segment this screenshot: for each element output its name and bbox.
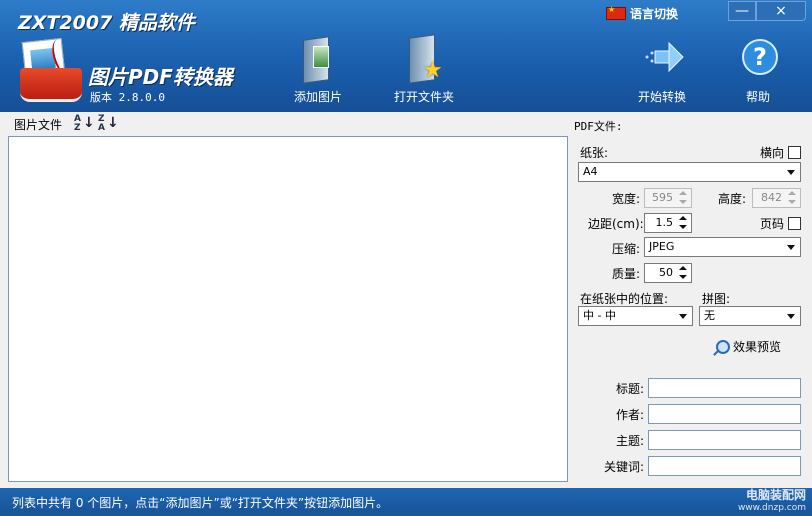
tile-select[interactable]: 无 — [699, 306, 801, 326]
page-number-checkbox[interactable] — [788, 217, 801, 230]
chevron-down-icon — [784, 309, 798, 323]
author-label: 作者: — [616, 408, 645, 422]
landscape-checkbox[interactable] — [788, 146, 801, 159]
keywords-label: 关键词: — [604, 460, 645, 474]
watermark-cn: 电脑装配网 — [745, 488, 806, 502]
file-list-panel: 图片文件 A Z ↓ Z A ↓ — [0, 112, 574, 488]
language-switch-button[interactable]: 语言切换 — [606, 5, 678, 22]
version-label: 版本 2.8.0.0 — [90, 91, 165, 104]
watermark-url: www.dnzp.com — [737, 503, 806, 513]
quality-spinner[interactable]: 50 — [644, 263, 692, 283]
watermark: 电脑装配网 www.dnzp.com — [738, 488, 806, 514]
status-message: 列表中共有 0 个图片，点击“添加图片”或“打开文件夹”按钮添加图片。 — [12, 496, 389, 510]
paper-select[interactable]: A4 — [578, 162, 801, 182]
height-label: 高度: — [718, 192, 747, 206]
help-label: 帮助 — [745, 90, 770, 104]
landscape-label: 横向 — [760, 146, 785, 160]
quality-label: 质量: — [612, 267, 641, 281]
add-image-icon — [297, 34, 339, 84]
width-label: 宽度: — [612, 192, 641, 206]
chevron-down-icon — [676, 309, 690, 323]
height-spinner: 842 — [752, 188, 801, 208]
chevron-down-icon — [784, 165, 798, 179]
open-folder-label: 打开文件夹 — [393, 90, 454, 104]
title-label: 标题: — [616, 382, 645, 396]
position-label: 在纸张中的位置: — [580, 292, 669, 306]
keywords-input[interactable] — [648, 456, 801, 476]
app-title: 图片PDF转换器 — [88, 65, 233, 89]
subject-label: 主题: — [616, 434, 645, 448]
preview-button[interactable]: 效果预览 — [716, 338, 781, 355]
brand-text: ZXT2007 精品软件 — [18, 12, 195, 34]
sort-ascending-icon[interactable]: A Z ↓ — [72, 115, 95, 133]
pdf-settings-heading: PDF文件: — [574, 120, 623, 133]
sort-descending-icon[interactable]: Z A ↓ — [96, 115, 119, 133]
image-file-list[interactable] — [8, 136, 568, 482]
close-button[interactable]: × — [756, 1, 806, 21]
preview-label: 效果预览 — [733, 340, 782, 354]
author-input[interactable] — [648, 404, 801, 424]
position-select[interactable]: 中 - 中 — [578, 306, 693, 326]
arrow-right-icon — [641, 34, 684, 84]
margin-spinner[interactable]: 1.5 — [644, 213, 692, 233]
china-flag-icon — [606, 5, 626, 20]
tile-label: 拼图: — [702, 292, 731, 306]
page-number-label: 页码 — [760, 217, 785, 231]
status-bar: 列表中共有 0 个图片，点击“添加图片”或“打开文件夹”按钮添加图片。 电脑装配… — [0, 488, 812, 516]
help-button[interactable]: ? 帮助 — [718, 34, 798, 108]
start-convert-button[interactable]: 开始转换 — [622, 34, 702, 108]
minimize-button[interactable]: — — [728, 1, 756, 21]
svg-text:?: ? — [753, 43, 767, 71]
file-list-toolbar: 图片文件 A Z ↓ Z A ↓ — [0, 112, 574, 136]
chevron-down-icon — [784, 240, 798, 254]
help-icon: ? — [737, 34, 779, 84]
start-convert-label: 开始转换 — [637, 90, 686, 104]
compression-label: 压缩: — [612, 242, 641, 256]
subject-input[interactable] — [648, 430, 801, 450]
add-images-label: 添加图片 — [293, 90, 342, 104]
add-images-button[interactable]: 添加图片 — [278, 34, 358, 108]
compression-select[interactable]: JPEG — [644, 237, 801, 257]
title-input[interactable] — [648, 378, 801, 398]
language-label: 语言切换 — [630, 7, 679, 21]
app-logo-icon — [20, 35, 82, 102]
width-spinner: 595 — [644, 188, 692, 208]
file-list-header: 图片文件 — [14, 117, 63, 132]
pdf-settings-panel: PDF文件: 纸张: 横向 A4 宽度: 595 高度: 842 边距(cm):… — [574, 112, 812, 488]
folder-star-icon: ★ — [403, 34, 445, 84]
paper-label: 纸张: — [580, 146, 609, 160]
margin-label: 边距(cm): — [588, 217, 644, 231]
magnifier-icon — [716, 339, 730, 354]
open-folder-button[interactable]: ★ 打开文件夹 — [384, 34, 464, 108]
app-header: ZXT2007 精品软件 图片PDF转换器 版本 2.8.0.0 添加图片 ★ … — [0, 0, 812, 112]
